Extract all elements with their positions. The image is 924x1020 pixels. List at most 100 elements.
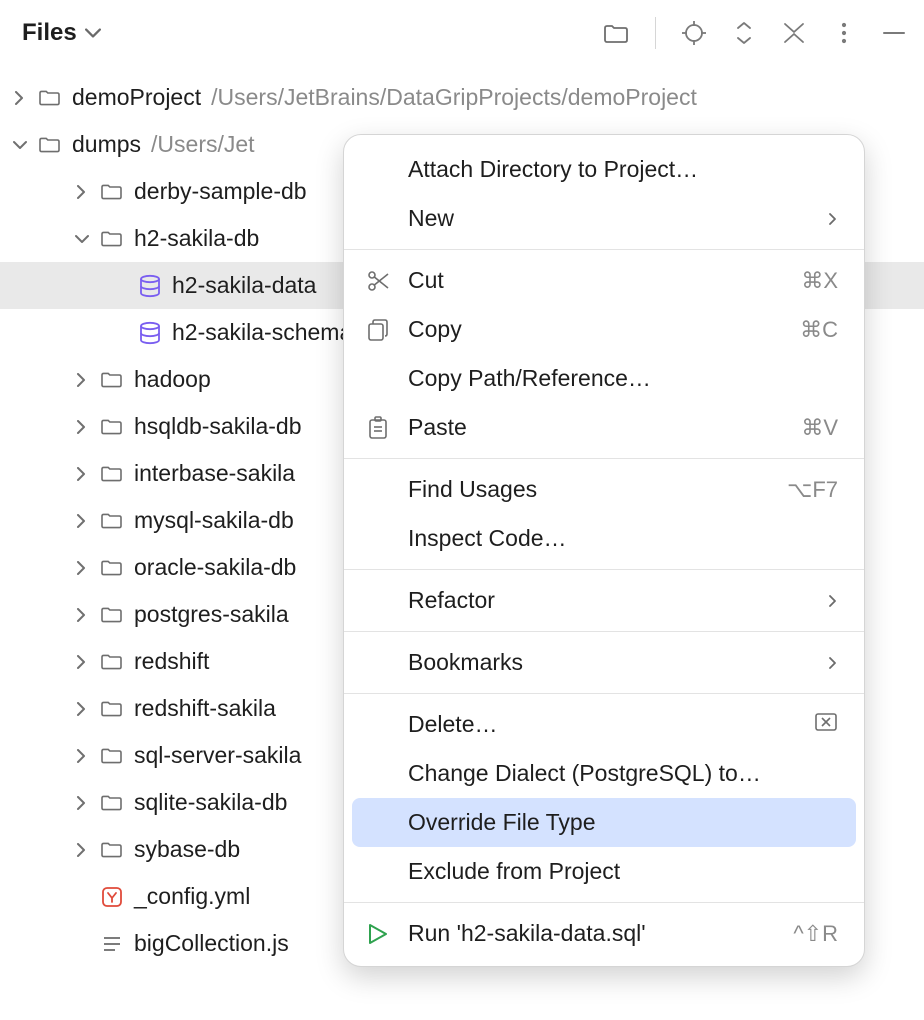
tree-node-label: redshift-sakila bbox=[134, 695, 276, 722]
select-opened-file-button[interactable] bbox=[682, 21, 706, 45]
expand-arrow-icon[interactable] bbox=[68, 655, 96, 669]
folder-icon bbox=[96, 417, 128, 437]
tree-node-label: redshift bbox=[134, 648, 209, 675]
menu-label: Cut bbox=[408, 267, 793, 294]
menu-item-new[interactable]: New bbox=[352, 194, 856, 243]
expand-arrow-icon[interactable] bbox=[68, 514, 96, 528]
menu-shortcut: ⌘C bbox=[800, 317, 838, 343]
menu-shortcut: ^⇧R bbox=[793, 921, 838, 947]
panel-title: Files bbox=[22, 19, 77, 47]
menu-label: New bbox=[408, 205, 819, 232]
folder-icon bbox=[96, 464, 128, 484]
expand-arrow-icon[interactable] bbox=[68, 561, 96, 575]
menu-separator bbox=[344, 631, 864, 632]
tree-node-label: derby-sample-db bbox=[134, 178, 307, 205]
menu-item-override-file-type[interactable]: Override File Type bbox=[352, 798, 856, 847]
menu-label: Refactor bbox=[408, 587, 819, 614]
tree-node-label: oracle-sakila-db bbox=[134, 554, 296, 581]
folder-icon bbox=[96, 746, 128, 766]
tree-node-label: h2-sakila-data bbox=[172, 272, 316, 299]
expand-arrow-icon[interactable] bbox=[6, 91, 34, 105]
chevron-down-icon bbox=[85, 25, 101, 41]
folder-icon bbox=[96, 558, 128, 578]
menu-item-inspect-code[interactable]: Inspect Code… bbox=[352, 514, 856, 563]
toolbar-divider bbox=[655, 17, 656, 49]
expand-collapse-button[interactable] bbox=[732, 22, 756, 44]
tree-node-label: mysql-sakila-db bbox=[134, 507, 294, 534]
menu-shortcut: ⌘X bbox=[801, 268, 838, 294]
open-folder-button[interactable] bbox=[603, 22, 629, 44]
menu-item-exclude-from-project[interactable]: Exclude from Project bbox=[352, 847, 856, 896]
expand-arrow-icon[interactable] bbox=[68, 373, 96, 387]
collapse-arrow-icon[interactable] bbox=[6, 138, 34, 152]
menu-item-attach-directory[interactable]: Attach Directory to Project… bbox=[352, 145, 856, 194]
folder-icon bbox=[34, 135, 66, 155]
tree-node-label: postgres-sakila bbox=[134, 601, 289, 628]
expand-arrow-icon[interactable] bbox=[68, 796, 96, 810]
menu-label: Run 'h2-sakila-data.sql' bbox=[408, 920, 785, 947]
delete-key-icon bbox=[814, 710, 838, 740]
menu-shortcut: ⌥F7 bbox=[787, 477, 838, 503]
submenu-arrow-icon bbox=[827, 595, 838, 607]
menu-item-find-usages[interactable]: Find Usages ⌥F7 bbox=[352, 465, 856, 514]
folder-icon bbox=[96, 605, 128, 625]
folder-icon bbox=[96, 229, 128, 249]
scissors-icon bbox=[366, 269, 408, 293]
collapse-all-button[interactable] bbox=[782, 21, 806, 45]
folder-icon bbox=[96, 699, 128, 719]
folder-icon bbox=[96, 652, 128, 672]
menu-item-bookmarks[interactable]: Bookmarks bbox=[352, 638, 856, 687]
tree-node-label: sybase-db bbox=[134, 836, 240, 863]
menu-separator bbox=[344, 569, 864, 570]
menu-label: Bookmarks bbox=[408, 649, 819, 676]
panel-title-dropdown[interactable]: Files bbox=[22, 19, 101, 47]
tree-node-label: hadoop bbox=[134, 366, 211, 393]
submenu-arrow-icon bbox=[827, 657, 838, 669]
menu-item-change-dialect[interactable]: Change Dialect (PostgreSQL) to… bbox=[352, 749, 856, 798]
menu-item-paste[interactable]: Paste ⌘V bbox=[352, 403, 856, 452]
menu-label: Paste bbox=[408, 414, 793, 441]
menu-item-refactor[interactable]: Refactor bbox=[352, 576, 856, 625]
expand-arrow-icon[interactable] bbox=[68, 749, 96, 763]
menu-separator bbox=[344, 458, 864, 459]
folder-icon bbox=[96, 840, 128, 860]
menu-separator bbox=[344, 902, 864, 903]
menu-label: Delete… bbox=[408, 711, 806, 738]
folder-icon bbox=[96, 511, 128, 531]
expand-arrow-icon[interactable] bbox=[68, 467, 96, 481]
tree-node-label: hsqldb-sakila-db bbox=[134, 413, 301, 440]
run-icon bbox=[366, 922, 408, 946]
hide-button[interactable] bbox=[882, 21, 906, 45]
menu-label: Copy bbox=[408, 316, 792, 343]
folder-icon bbox=[96, 182, 128, 202]
menu-label: Find Usages bbox=[408, 476, 779, 503]
menu-separator bbox=[344, 693, 864, 694]
menu-label: Inspect Code… bbox=[408, 525, 838, 552]
menu-item-delete[interactable]: Delete… bbox=[352, 700, 856, 749]
tree-row-demoproject[interactable]: demoProject /Users/JetBrains/DataGripPro… bbox=[0, 74, 924, 121]
expand-arrow-icon[interactable] bbox=[68, 843, 96, 857]
menu-separator bbox=[344, 249, 864, 250]
context-menu: Attach Directory to Project… New Cut ⌘X … bbox=[343, 134, 865, 967]
tree-node-label: interbase-sakila bbox=[134, 460, 295, 487]
expand-arrow-icon[interactable] bbox=[68, 185, 96, 199]
folder-icon bbox=[34, 88, 66, 108]
menu-item-run[interactable]: Run 'h2-sakila-data.sql' ^⇧R bbox=[352, 909, 856, 958]
copy-icon bbox=[366, 318, 408, 342]
expand-arrow-icon[interactable] bbox=[68, 420, 96, 434]
expand-arrow-icon[interactable] bbox=[68, 608, 96, 622]
tree-node-path: /Users/Jet bbox=[151, 131, 255, 158]
options-button[interactable] bbox=[832, 21, 856, 45]
menu-item-copy[interactable]: Copy ⌘C bbox=[352, 305, 856, 354]
menu-label: Copy Path/Reference… bbox=[408, 365, 838, 392]
tree-node-path: /Users/JetBrains/DataGripProjects/demoPr… bbox=[211, 84, 697, 111]
menu-item-copy-path[interactable]: Copy Path/Reference… bbox=[352, 354, 856, 403]
paste-icon bbox=[366, 416, 408, 440]
menu-item-cut[interactable]: Cut ⌘X bbox=[352, 256, 856, 305]
tree-node-label: h2-sakila-db bbox=[134, 225, 259, 252]
submenu-arrow-icon bbox=[827, 213, 838, 225]
collapse-arrow-icon[interactable] bbox=[68, 232, 96, 246]
menu-label: Change Dialect (PostgreSQL) to… bbox=[408, 760, 838, 787]
expand-arrow-icon[interactable] bbox=[68, 702, 96, 716]
tree-node-label: bigCollection.js bbox=[134, 930, 289, 957]
